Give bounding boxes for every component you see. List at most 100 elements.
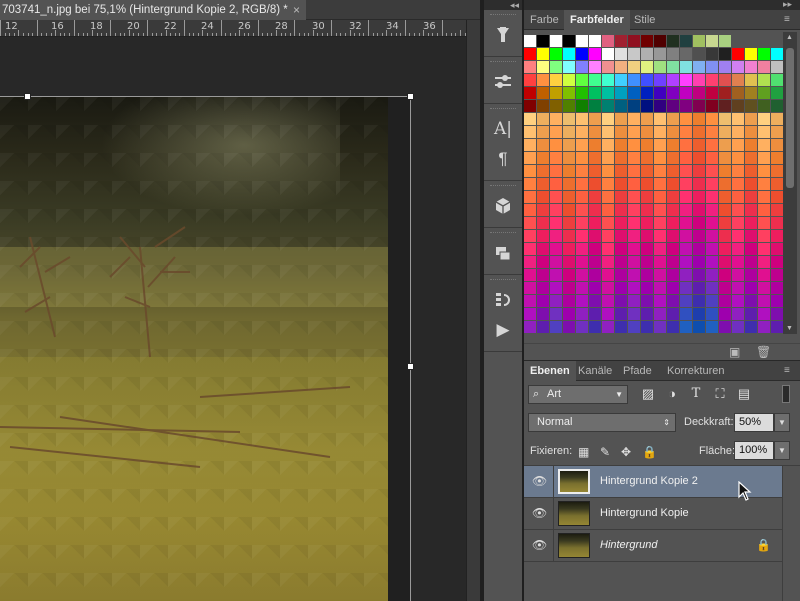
color-swatch[interactable] xyxy=(719,165,731,177)
color-swatch[interactable] xyxy=(602,48,614,60)
color-swatch[interactable] xyxy=(706,74,718,86)
color-swatch[interactable] xyxy=(706,230,718,242)
color-swatch[interactable] xyxy=(758,48,770,60)
color-swatch[interactable] xyxy=(537,321,549,333)
color-swatch[interactable] xyxy=(550,165,562,177)
color-swatch[interactable] xyxy=(524,113,536,125)
color-swatch[interactable] xyxy=(628,139,640,151)
color-swatch[interactable] xyxy=(654,87,666,99)
color-swatch[interactable] xyxy=(628,48,640,60)
layer-comps-icon[interactable] xyxy=(484,238,522,268)
color-swatch[interactable] xyxy=(524,152,536,164)
color-swatch[interactable] xyxy=(654,139,666,151)
color-swatch[interactable] xyxy=(732,139,744,151)
color-swatch[interactable] xyxy=(680,204,692,216)
color-swatch[interactable] xyxy=(732,308,744,320)
color-swatch[interactable] xyxy=(732,87,744,99)
color-swatch[interactable] xyxy=(680,243,692,255)
color-swatch[interactable] xyxy=(641,321,653,333)
transform-handle[interactable] xyxy=(407,363,414,370)
color-swatch[interactable] xyxy=(745,113,757,125)
color-swatch[interactable] xyxy=(732,48,744,60)
color-swatch[interactable] xyxy=(589,321,601,333)
color-swatch[interactable] xyxy=(654,204,666,216)
scroll-up-icon[interactable]: ▲ xyxy=(786,34,793,41)
tab-korrekturen[interactable]: Korrekturen xyxy=(661,361,730,381)
color-swatch[interactable] xyxy=(745,282,757,294)
color-swatch[interactable] xyxy=(706,113,718,125)
transform-bounding-box[interactable] xyxy=(0,96,411,601)
color-swatch[interactable] xyxy=(641,126,653,138)
color-swatch[interactable] xyxy=(758,139,770,151)
color-swatch[interactable] xyxy=(693,295,705,307)
color-swatch[interactable] xyxy=(602,113,614,125)
color-swatch[interactable] xyxy=(745,100,757,112)
color-swatch[interactable] xyxy=(576,204,588,216)
color-swatch[interactable] xyxy=(576,165,588,177)
color-swatch[interactable] xyxy=(719,113,731,125)
color-swatch[interactable] xyxy=(524,61,536,73)
color-swatch[interactable] xyxy=(654,165,666,177)
color-swatch[interactable] xyxy=(758,308,770,320)
color-swatch[interactable] xyxy=(563,217,575,229)
color-swatch[interactable] xyxy=(550,48,562,60)
color-swatch[interactable] xyxy=(576,35,588,47)
color-swatch[interactable] xyxy=(550,256,562,268)
panel-menu-icon[interactable]: ≡ xyxy=(784,15,794,25)
color-swatch[interactable] xyxy=(602,139,614,151)
color-swatch[interactable] xyxy=(589,217,601,229)
color-swatch[interactable] xyxy=(615,139,627,151)
color-swatch[interactable] xyxy=(771,165,783,177)
color-swatch[interactable] xyxy=(641,139,653,151)
color-swatch[interactable] xyxy=(706,152,718,164)
color-swatch[interactable] xyxy=(615,113,627,125)
color-swatch[interactable] xyxy=(602,217,614,229)
color-swatch[interactable] xyxy=(550,113,562,125)
color-swatch[interactable] xyxy=(641,87,653,99)
color-swatch[interactable] xyxy=(667,230,679,242)
color-swatch[interactable] xyxy=(602,204,614,216)
color-swatch[interactable] xyxy=(602,295,614,307)
horizontal-ruler[interactable]: 12 16 18 20 22 24 26 28 30 32 34 36 xyxy=(0,20,466,37)
filter-pixel-icon[interactable]: ▨ xyxy=(640,386,656,402)
swatch-grid[interactable] xyxy=(524,35,796,333)
color-swatch[interactable] xyxy=(732,61,744,73)
color-swatch[interactable] xyxy=(615,165,627,177)
color-swatch[interactable] xyxy=(771,191,783,203)
color-swatch[interactable] xyxy=(641,295,653,307)
color-swatch[interactable] xyxy=(537,256,549,268)
color-swatch[interactable] xyxy=(615,295,627,307)
color-swatch[interactable] xyxy=(771,152,783,164)
color-swatch[interactable] xyxy=(641,269,653,281)
layer-row[interactable]: 👁 Hintergrund 🔒 xyxy=(524,530,782,562)
color-swatch[interactable] xyxy=(563,165,575,177)
color-swatch[interactable] xyxy=(589,87,601,99)
color-swatch[interactable] xyxy=(745,217,757,229)
color-swatch[interactable] xyxy=(706,243,718,255)
color-swatch[interactable] xyxy=(615,74,627,86)
color-swatch[interactable] xyxy=(706,308,718,320)
color-swatch[interactable] xyxy=(719,61,731,73)
fill-input[interactable]: 100% xyxy=(734,441,774,460)
color-swatch[interactable] xyxy=(589,165,601,177)
color-swatch[interactable] xyxy=(771,230,783,242)
color-swatch[interactable] xyxy=(589,126,601,138)
color-swatch[interactable] xyxy=(693,243,705,255)
color-swatch[interactable] xyxy=(719,48,731,60)
color-swatch[interactable] xyxy=(615,126,627,138)
color-swatch[interactable] xyxy=(758,113,770,125)
color-swatch[interactable] xyxy=(628,178,640,190)
tab-pfade[interactable]: Pfade xyxy=(617,361,658,381)
color-swatch[interactable] xyxy=(745,308,757,320)
color-swatch[interactable] xyxy=(537,308,549,320)
color-swatch[interactable] xyxy=(589,256,601,268)
color-swatch[interactable] xyxy=(537,230,549,242)
color-swatch[interactable] xyxy=(615,256,627,268)
color-swatch[interactable] xyxy=(628,308,640,320)
color-swatch[interactable] xyxy=(758,74,770,86)
color-swatch[interactable] xyxy=(615,87,627,99)
color-swatch[interactable] xyxy=(706,126,718,138)
color-swatch[interactable] xyxy=(719,35,731,47)
color-swatch[interactable] xyxy=(693,139,705,151)
color-swatch[interactable] xyxy=(680,48,692,60)
